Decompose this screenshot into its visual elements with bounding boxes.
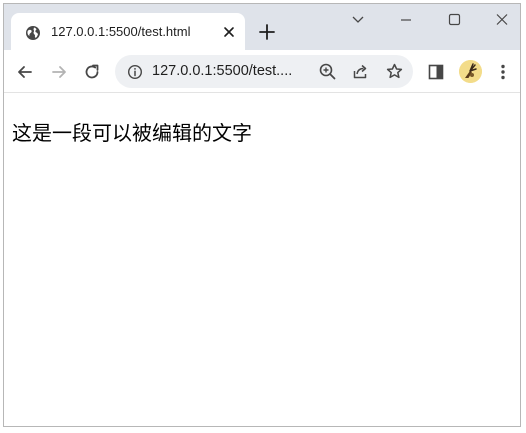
new-tab-button[interactable]	[257, 22, 277, 42]
minimize-button[interactable]	[396, 11, 416, 29]
maximize-button[interactable]	[444, 11, 464, 29]
avatar[interactable]	[459, 60, 482, 83]
back-button[interactable]	[15, 62, 35, 82]
toolbar: 127.0.0.1:5500/test....	[4, 50, 520, 93]
tab-title: 127.0.0.1:5500/test.html	[51, 24, 191, 39]
address-bar[interactable]: 127.0.0.1:5500/test....	[115, 55, 413, 88]
reload-button[interactable]	[82, 62, 102, 82]
share-icon[interactable]	[351, 62, 370, 81]
zoom-icon[interactable]	[318, 62, 337, 81]
close-icon[interactable]	[221, 24, 237, 40]
more-vertical-icon[interactable]	[493, 62, 513, 82]
browser-window: 127.0.0.1:5500/test.html 127.0.0.1:5500/…	[3, 3, 521, 427]
forward-button[interactable]	[49, 62, 69, 82]
tab-search-button[interactable]	[348, 11, 368, 29]
star-icon[interactable]	[385, 62, 404, 81]
close-window-button[interactable]	[492, 11, 512, 29]
info-icon[interactable]	[127, 64, 143, 80]
title-bar: 127.0.0.1:5500/test.html	[4, 4, 520, 51]
url-text[interactable]: 127.0.0.1:5500/test....	[152, 63, 292, 79]
globe-icon	[25, 25, 41, 41]
tab-active[interactable]: 127.0.0.1:5500/test.html	[11, 13, 245, 51]
side-panel-icon[interactable]	[426, 62, 446, 82]
editable-paragraph[interactable]: 这是一段可以被编辑的文字	[12, 117, 252, 146]
page-content: 这是一段可以被编辑的文字	[4, 93, 520, 426]
